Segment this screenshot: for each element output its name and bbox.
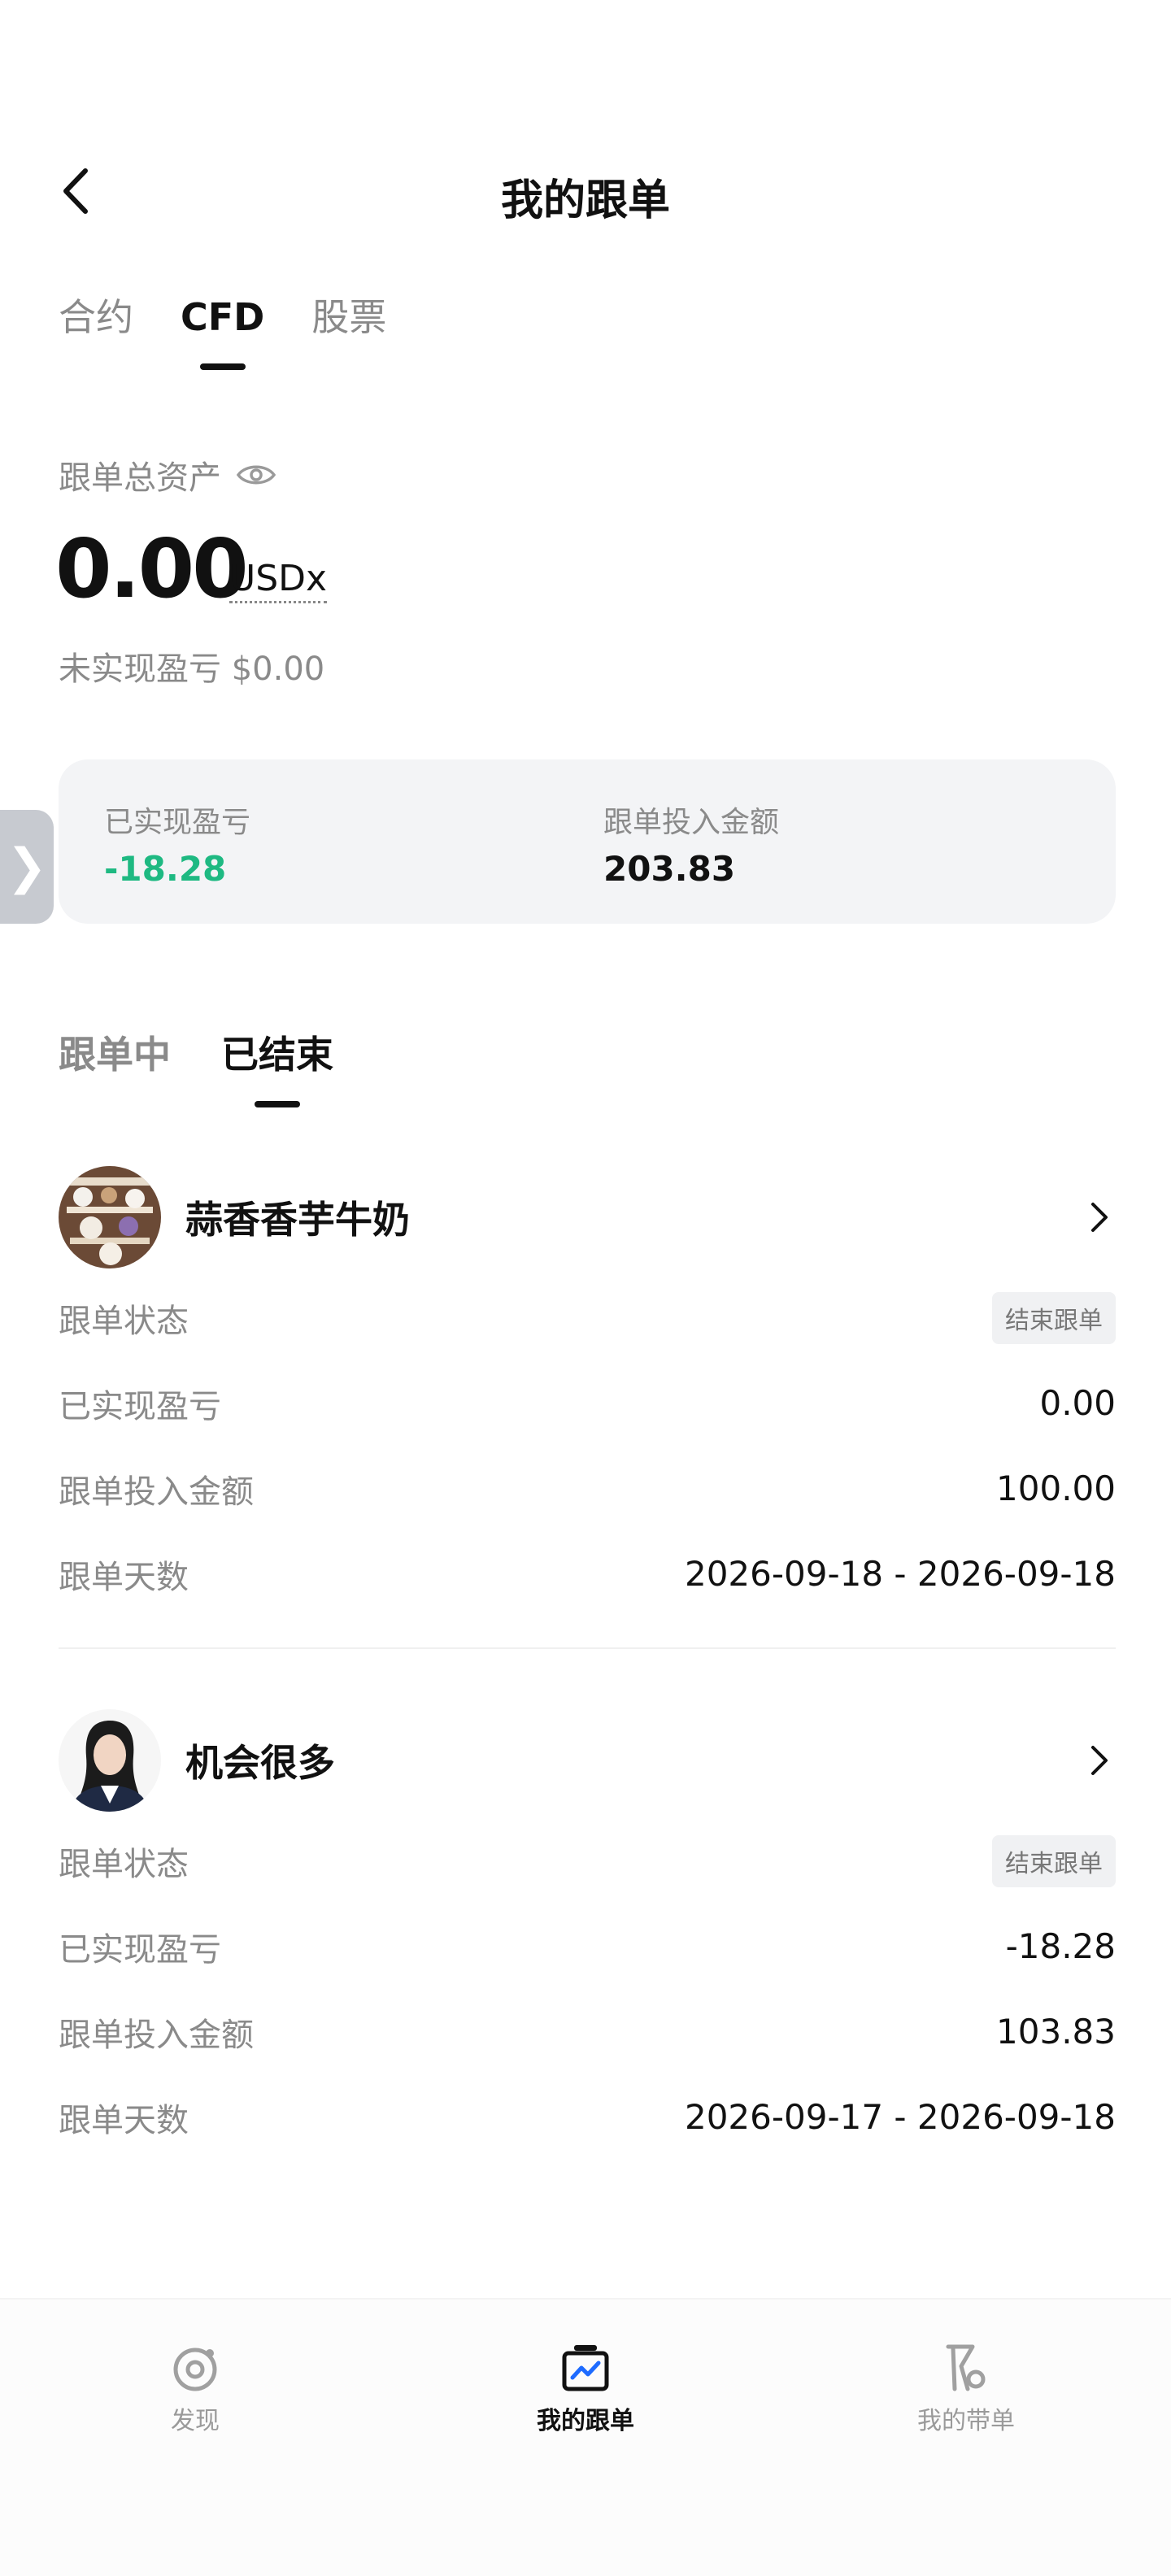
invest-value: 100.00 [996, 1469, 1116, 1508]
days-row: 跟单天数 2026-09-17 - 2026-09-18 [59, 2074, 1116, 2160]
trader-card[interactable]: 蒜香香芋牛奶 跟单状态 结束跟单 已实现盈亏 0.00 跟单投入金额 100.0… [59, 1164, 1116, 1649]
pnl-label: 已实现盈亏 [59, 1387, 221, 1425]
days-row: 跟单天数 2026-09-18 - 2026-09-18 [59, 1531, 1116, 1617]
tab-cfd[interactable]: CFD [181, 289, 264, 346]
status-badge: 结束跟单 [992, 1291, 1116, 1344]
nav-my-lead[interactable]: 我的带单 [868, 2342, 1064, 2436]
pnl-value: -18.28 [1005, 1926, 1116, 1966]
days-label: 跟单天数 [59, 2101, 189, 2139]
realized-pnl-block: 已实现盈亏 -18.28 [104, 798, 250, 889]
pnl-row: 已实现盈亏 -18.28 [59, 1904, 1116, 1989]
nav-discover[interactable]: 发现 [98, 2342, 293, 2436]
realized-pnl-label: 已实现盈亏 [104, 806, 251, 839]
nav-label: 我的带单 [917, 2407, 1015, 2435]
bottom-nav: 发现 我的跟单 我的带单 [0, 2298, 1171, 2576]
tab-stocks[interactable]: 股票 [311, 289, 386, 346]
status-row: 跟单状态 结束跟单 [59, 1275, 1116, 1360]
invest-label: 跟单投入金额 [59, 2016, 254, 2054]
chevron-right-icon[interactable] [1083, 1740, 1116, 1781]
status-badge: 结束跟单 [992, 1834, 1116, 1887]
total-assets-value: 0.00 [55, 521, 249, 616]
eye-icon[interactable] [236, 461, 276, 489]
invest-value: 103.83 [996, 2012, 1116, 2052]
invest-amount-label: 跟单投入金额 [603, 806, 780, 839]
tab-following[interactable]: 跟单中 [59, 1026, 171, 1083]
chevron-right-icon[interactable] [1083, 1197, 1116, 1238]
chevron-right-icon: ❯ [6, 838, 48, 895]
invest-amount-block: 跟单投入金额 203.83 [603, 798, 779, 889]
invest-amount-value: 203.83 [603, 849, 736, 889]
unrealized-pnl: 未实现盈亏 $0.00 [59, 651, 325, 688]
trader-name: 蒜香香芋牛奶 [185, 1198, 410, 1242]
days-value: 2026-09-18 - 2026-09-18 [684, 1554, 1116, 1594]
top-tabs: 合约 CFD 股票 [59, 289, 386, 346]
side-drawer-handle[interactable]: ❯ [0, 810, 54, 924]
status-tabs: 跟单中 已结束 [59, 1026, 333, 1083]
page-title: 我的跟单 [500, 176, 670, 225]
status-row: 跟单状态 结束跟单 [59, 1818, 1116, 1904]
avatar [59, 1709, 161, 1812]
invest-row: 跟单投入金额 100.00 [59, 1446, 1116, 1531]
nav-my-copy[interactable]: 我的跟单 [488, 2342, 683, 2436]
total-assets-label-row: 跟单总资产 [59, 451, 276, 498]
avatar [59, 1166, 161, 1268]
divider [59, 1647, 1116, 1649]
trader-header[interactable]: 蒜香香芋牛奶 [59, 1164, 1116, 1270]
invest-row: 跟单投入金额 103.83 [59, 1989, 1116, 2074]
tab-ended[interactable]: 已结束 [221, 1026, 333, 1083]
tab-contract[interactable]: 合约 [59, 289, 133, 346]
my-lead-icon [946, 2344, 986, 2391]
trader-card[interactable]: 机会很多 跟单状态 结束跟单 已实现盈亏 -18.28 跟单投入金额 103.8… [59, 1708, 1116, 2160]
status-label: 跟单状态 [59, 1845, 189, 1883]
nav-label: 发现 [171, 2407, 220, 2435]
pnl-value: 0.00 [1039, 1383, 1116, 1423]
pnl-label: 已实现盈亏 [59, 1930, 221, 1969]
status-label: 跟单状态 [59, 1302, 189, 1340]
my-copy-icon [562, 2345, 609, 2391]
trader-name: 机会很多 [185, 1741, 335, 1785]
discover-icon [173, 2348, 217, 2391]
total-assets-label: 跟单总资产 [59, 459, 221, 497]
header: 我的跟单 [0, 146, 1171, 236]
page: 我的跟单 合约 CFD 股票 跟单总资产 0.00 USDx 未实现盈亏 $0.… [0, 0, 1171, 2576]
days-label: 跟单天数 [59, 1558, 189, 1596]
realized-pnl-value: -18.28 [104, 849, 227, 889]
days-value: 2026-09-17 - 2026-09-18 [684, 2097, 1116, 2137]
invest-label: 跟单投入金额 [59, 1473, 254, 1511]
currency-unit[interactable]: USDx [229, 557, 328, 603]
summary-card: 已实现盈亏 -18.28 跟单投入金额 203.83 [59, 759, 1116, 924]
nav-label: 我的跟单 [537, 2407, 634, 2435]
pnl-row: 已实现盈亏 0.00 [59, 1360, 1116, 1446]
trader-header[interactable]: 机会很多 [59, 1708, 1116, 1813]
